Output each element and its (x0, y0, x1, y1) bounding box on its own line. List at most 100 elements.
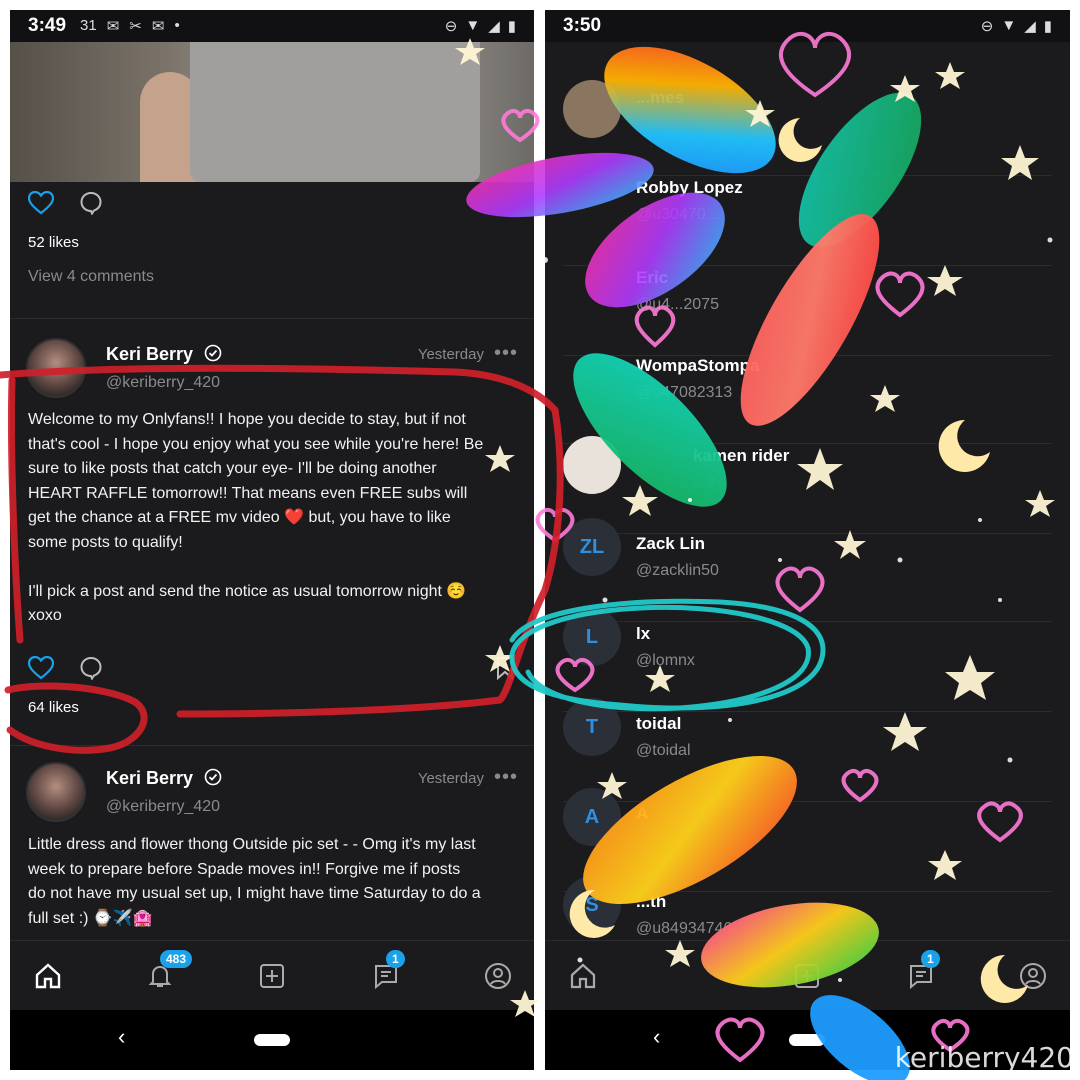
post-photo[interactable] (10, 42, 534, 182)
user-list-item[interactable]: Robby Lopez @u30470... (545, 178, 1070, 266)
messages-icon[interactable]: 1 (903, 950, 940, 994)
dnd-icon: ⊖ (980, 18, 994, 35)
user-handle: @u30470... (636, 206, 719, 223)
view-comments-link[interactable]: View 4 comments (28, 268, 154, 286)
battery-icon: ▮ (507, 18, 516, 35)
notification-icons: 31 ✉ ✂ ✉ • (80, 17, 180, 35)
profile-icon[interactable] (480, 958, 516, 994)
status-bar: 3:49 31 ✉ ✂ ✉ • ⊖ ▼ ◢ ▮ (10, 10, 534, 42)
messages-badge: 1 (921, 950, 940, 968)
notifications-bell-icon[interactable]: 483 (142, 950, 193, 994)
status-time: 3:50 (563, 15, 602, 36)
dnd-icon: ⊖ (444, 18, 458, 35)
user-handle: @zacklin50 (636, 562, 719, 579)
user-list-item[interactable]: ZL Zack Lin @zacklin50 (545, 518, 1070, 622)
back-icon[interactable]: ‹ (118, 1024, 125, 1050)
signal-icon: ◢ (1024, 18, 1036, 35)
user-name: WompaStompa (636, 356, 760, 375)
messages-badge: 1 (386, 950, 405, 968)
user-name: toidal (636, 714, 682, 733)
user-name: Zack Lin (636, 534, 705, 553)
more-options-icon[interactable]: ••• (494, 766, 518, 789)
user-handle: @u47082313 (636, 384, 733, 401)
user-handle: @toidal (636, 742, 691, 759)
add-post-icon[interactable] (789, 958, 825, 994)
home-pill[interactable] (789, 1034, 825, 1046)
post-text: Little dress and flower thong Outside pi… (28, 836, 481, 927)
avatar: S (563, 876, 621, 934)
home-icon[interactable] (565, 958, 601, 994)
left-screenshot: 3:49 31 ✉ ✂ ✉ • ⊖ ▼ ◢ ▮ 52 likes View 4 … (10, 10, 534, 1070)
post-author-handle[interactable]: @keriberry_420 (106, 798, 220, 816)
divider (10, 745, 534, 746)
user-list-item[interactable]: L lx @lomnx (545, 608, 1070, 712)
signal-icon: ◢ (488, 18, 500, 35)
user-list-item[interactable]: T toidal @toidal (545, 698, 1070, 802)
system-icons: ⊖ ▼ ◢ ▮ (445, 17, 516, 35)
post-timestamp: Yesterday (417, 346, 484, 363)
like-heart-icon[interactable] (26, 653, 56, 683)
user-handle: @lomnx (636, 652, 695, 669)
system-nav-bar: ‹ (10, 1010, 534, 1070)
back-icon[interactable]: ‹ (653, 1024, 660, 1050)
scissors-icon: ✂ (129, 18, 142, 35)
user-handle: ...2 (693, 474, 716, 491)
user-list-item[interactable]: Eric @u4...2075 (545, 268, 1070, 356)
dot-icon: • (174, 17, 180, 34)
home-pill[interactable] (254, 1034, 290, 1046)
post-author-handle[interactable]: @keriberry_420 (106, 374, 220, 392)
post-header: Keri Berry @keriberry_420 Yesterday ••• (10, 762, 534, 822)
avatar[interactable] (26, 338, 86, 398)
messages-icon[interactable]: 1 (368, 950, 405, 994)
avatar[interactable] (26, 762, 86, 822)
bookmark-icon[interactable] (490, 653, 520, 683)
user-list-item[interactable]: WompaStompa @u47082313 (545, 356, 1070, 444)
more-options-icon[interactable]: ••• (494, 342, 518, 365)
post-header: Keri Berry @keriberry_420 Yesterday ••• (10, 338, 534, 398)
like-heart-icon[interactable] (26, 188, 56, 218)
bottom-nav: 1 (545, 940, 1070, 1010)
user-name: ...th (636, 892, 667, 911)
verified-icon (204, 768, 222, 786)
likes-count: 52 likes (28, 234, 79, 251)
comment-icon[interactable] (76, 188, 106, 218)
user-list-item[interactable]: ...mes (545, 80, 1070, 176)
user-name: kamen rider (693, 446, 790, 465)
user-handle: @u4...2075 (636, 296, 719, 313)
status-bar: 3:50 ⊖ ▼ ◢ ▮ (545, 10, 1070, 42)
likes-count: 64 likes (28, 699, 79, 716)
avatar (563, 80, 621, 138)
mail-icon: ✉ (106, 18, 120, 35)
verified-icon (204, 344, 222, 362)
home-icon[interactable] (30, 958, 66, 994)
wifi-icon: ▼ (1001, 17, 1017, 34)
user-list-item[interactable]: kamen rider ...2 (545, 436, 1070, 534)
divider (10, 318, 534, 319)
avatar: ZL (563, 518, 621, 576)
bottom-nav: 483 1 (10, 940, 534, 1010)
user-name: ...mes (636, 88, 685, 107)
user-handle: @u84934746 (636, 920, 733, 937)
comment-icon[interactable] (76, 653, 106, 683)
profile-icon[interactable] (1015, 958, 1051, 994)
avatar: A (563, 788, 621, 846)
calendar-icon: 31 (80, 17, 97, 34)
wifi-icon: ▼ (465, 17, 481, 34)
mail-icon: ✉ (151, 18, 165, 35)
avatar (563, 436, 621, 494)
right-screenshot: 3:50 ⊖ ▼ ◢ ▮ ...mes Robby Lopez @u30470.… (545, 10, 1070, 1070)
notifications-badge: 483 (160, 950, 193, 968)
user-name: A (636, 804, 649, 823)
avatar: L (563, 608, 621, 666)
battery-icon: ▮ (1043, 18, 1052, 35)
add-post-icon[interactable] (254, 958, 290, 994)
status-time: 3:49 (28, 15, 67, 36)
system-icons: ⊖ ▼ ◢ ▮ (981, 17, 1052, 35)
post-author-name[interactable]: Keri Berry (106, 344, 193, 364)
user-list-item[interactable]: A A (545, 788, 1070, 892)
watermark: keriberry420 (894, 1041, 1074, 1074)
avatar: T (563, 698, 621, 756)
post-author-name[interactable]: Keri Berry (106, 768, 193, 788)
post-timestamp: Yesterday (417, 770, 484, 787)
post-text: Welcome to my Onlyfans!! I hope you deci… (28, 411, 484, 624)
